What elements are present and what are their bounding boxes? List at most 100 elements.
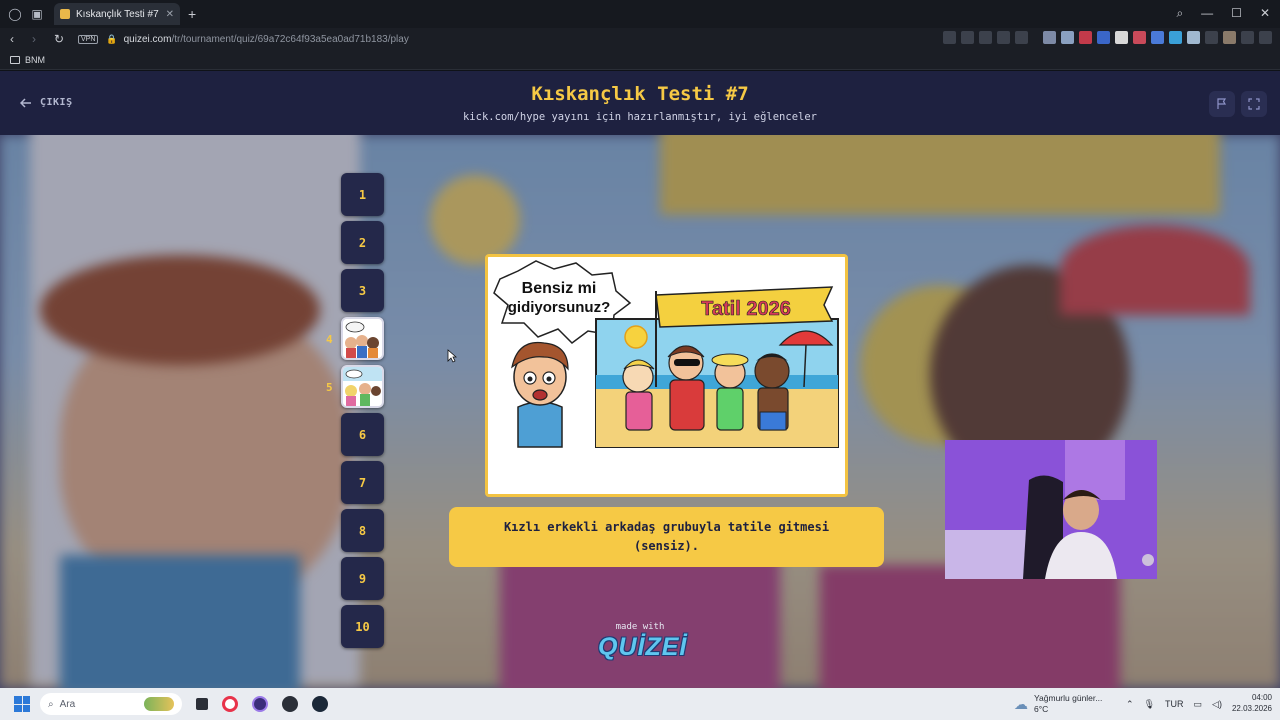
- banner-text: Tatil 2026: [701, 298, 791, 320]
- made-with-label: made with: [615, 622, 665, 632]
- extension-toolbar: [943, 31, 1272, 44]
- report-button[interactable]: [1209, 91, 1235, 117]
- reload-icon[interactable]: ↻: [54, 32, 66, 46]
- question-card[interactable]: Bensiz mi gidiyorsunuz? Tatil 2026: [485, 254, 848, 497]
- play-icon[interactable]: [997, 31, 1010, 44]
- extension-9-icon[interactable]: [1187, 31, 1200, 44]
- extension-3-icon[interactable]: [1079, 31, 1092, 44]
- bookmark-folder-bnm[interactable]: BNM: [25, 55, 45, 65]
- round-4-thumbnail[interactable]: [341, 317, 384, 360]
- extension-2-icon[interactable]: [1061, 31, 1074, 44]
- steam-taskbar-icon[interactable]: [312, 696, 328, 712]
- round-8-button[interactable]: 8: [341, 509, 384, 552]
- language-indicator[interactable]: TUR: [1165, 699, 1184, 709]
- search-placeholder: Ara: [59, 698, 76, 710]
- quizei-logo[interactable]: QUİZEİ: [598, 633, 686, 662]
- tab-title: Kıskançlık Testi #7 - Tier L: [76, 8, 160, 20]
- browser-tab-bar: ◯ ▣ Kıskançlık Testi #7 - Tier L ✕ + ⌕ —…: [0, 0, 1280, 28]
- menu-icon[interactable]: [1259, 31, 1272, 44]
- profile-avatar[interactable]: [1223, 31, 1236, 44]
- round-5-label: 5: [326, 381, 333, 394]
- system-tray: ⌃ 🎙 TUR ▭ ◁) 04:00 22.03.2026: [1126, 688, 1272, 720]
- extensions-icon[interactable]: [1205, 31, 1218, 44]
- extension-4-icon[interactable]: [1097, 31, 1110, 44]
- extension-1-icon[interactable]: [1043, 31, 1056, 44]
- round-6-button[interactable]: 6: [341, 413, 384, 456]
- answer-option-caption[interactable]: Kızlı erkekli arkadaş grubuyla tatile gi…: [449, 507, 884, 567]
- windows-start-icon[interactable]: [14, 696, 30, 712]
- extension-5-icon[interactable]: [1115, 31, 1128, 44]
- rain-cloud-icon: ☁: [1014, 695, 1028, 712]
- url-path: /tr/tournament/quiz/69a72c64f93a5ea0ad71…: [171, 33, 409, 45]
- snapshot-icon[interactable]: [961, 31, 974, 44]
- new-tab-icon[interactable]: +: [188, 6, 196, 22]
- extension-8-icon[interactable]: [1169, 31, 1182, 44]
- quiz-header: ÇIKIŞ Kıskançlık Testi #7 kick.com/hype …: [0, 71, 1280, 135]
- vpn-badge[interactable]: VPN: [78, 34, 99, 44]
- maximize-icon[interactable]: ☐: [1231, 6, 1242, 21]
- weather-temperature: 6°C: [1034, 704, 1049, 715]
- app2-taskbar-icon[interactable]: [282, 696, 298, 712]
- windows-taskbar: ⌕ Ara ☁ Yağmurlu günler... 6°C ⌃ 🎙 TUR ▭…: [0, 688, 1280, 720]
- close-tab-icon[interactable]: ✕: [166, 9, 174, 20]
- flag-icon: [1217, 98, 1227, 109]
- network-icon[interactable]: ▭: [1194, 699, 1203, 710]
- search-tabs-icon[interactable]: ⌕: [1176, 6, 1183, 21]
- fullscreen-button[interactable]: [1241, 91, 1267, 117]
- round-1-button[interactable]: 1: [341, 173, 384, 216]
- file-explorer-icon[interactable]: [196, 698, 208, 710]
- speech-bubble-line-1: Bensiz mi: [522, 280, 597, 297]
- clock-date: 22.03.2026: [1231, 704, 1272, 713]
- round-9-button[interactable]: 9: [341, 557, 384, 600]
- webcam-overlay: [945, 440, 1157, 579]
- lock-icon[interactable]: 🔒: [106, 34, 117, 45]
- heart-icon[interactable]: [1015, 31, 1028, 44]
- extension-7-icon[interactable]: [1151, 31, 1164, 44]
- fullscreen-icon: [1248, 98, 1260, 110]
- shocked-boy-illustration: [504, 341, 574, 448]
- shield-icon[interactable]: [979, 31, 992, 44]
- pin-icon[interactable]: [943, 31, 956, 44]
- weather-widget[interactable]: ☁ Yağmurlu günler... 6°C: [1014, 693, 1102, 715]
- round-4-label: 4: [326, 333, 333, 346]
- round-5-thumbnail-image: [343, 367, 382, 406]
- app-taskbar-icon[interactable]: [252, 696, 268, 712]
- favicon-icon: [60, 9, 70, 19]
- round-3-button[interactable]: 3: [341, 269, 384, 312]
- extension-6-icon[interactable]: [1133, 31, 1146, 44]
- taskbar-search[interactable]: ⌕ Ara: [40, 693, 182, 715]
- round-7-button[interactable]: 7: [341, 461, 384, 504]
- forward-icon[interactable]: ›: [32, 32, 44, 46]
- round-4-thumbnail-image: [343, 319, 382, 358]
- weather-condition: Yağmurlu günler...: [1034, 693, 1103, 703]
- comic-illustration: Bensiz mi gidiyorsunuz? Tatil 2026: [488, 257, 845, 494]
- quiz-page: ÇIKIŞ Kıskançlık Testi #7 kick.com/hype …: [0, 71, 1280, 688]
- round-5-thumbnail[interactable]: [341, 365, 384, 408]
- close-window-icon[interactable]: ✕: [1260, 6, 1270, 21]
- page-title: Kıskançlık Testi #7: [531, 83, 749, 105]
- mouse-cursor-icon: [447, 349, 457, 363]
- minimize-icon[interactable]: —: [1201, 6, 1213, 21]
- bookmarks-bar: BNM: [0, 50, 1280, 70]
- search-icon: ⌕: [48, 698, 54, 710]
- search-highlight-image: [144, 697, 174, 711]
- volume-icon[interactable]: ◁): [1212, 699, 1222, 710]
- clock[interactable]: 04:00 22.03.2026: [1232, 693, 1272, 715]
- round-10-button[interactable]: 10: [341, 605, 384, 648]
- url-field[interactable]: quizei.com/tr/tournament/quiz/69a72c64f9…: [124, 34, 409, 45]
- address-bar: ‹ › ↻ VPN 🔒 quizei.com/tr/tournament/qui…: [0, 28, 1280, 50]
- folder-icon: [10, 55, 20, 64]
- back-icon[interactable]: ‹: [10, 32, 22, 46]
- clock-time: 04:00: [1251, 693, 1272, 703]
- round-2-button[interactable]: 2: [341, 221, 384, 264]
- url-host: quizei.com: [123, 33, 172, 45]
- speech-bubble-line-2: gidiyorsunuz?: [508, 299, 611, 316]
- opera-gx-taskbar-icon[interactable]: [222, 696, 238, 712]
- tab-menu-icon[interactable]: ▣: [30, 7, 44, 21]
- download-icon[interactable]: [1241, 31, 1254, 44]
- opera-logo-icon[interactable]: ◯: [8, 7, 22, 21]
- browser-tab-active[interactable]: Kıskançlık Testi #7 - Tier L ✕: [54, 3, 180, 25]
- microphone-icon[interactable]: 🎙: [1144, 699, 1155, 710]
- chevron-up-icon[interactable]: ⌃: [1126, 699, 1134, 710]
- webcam-video: [945, 440, 1157, 579]
